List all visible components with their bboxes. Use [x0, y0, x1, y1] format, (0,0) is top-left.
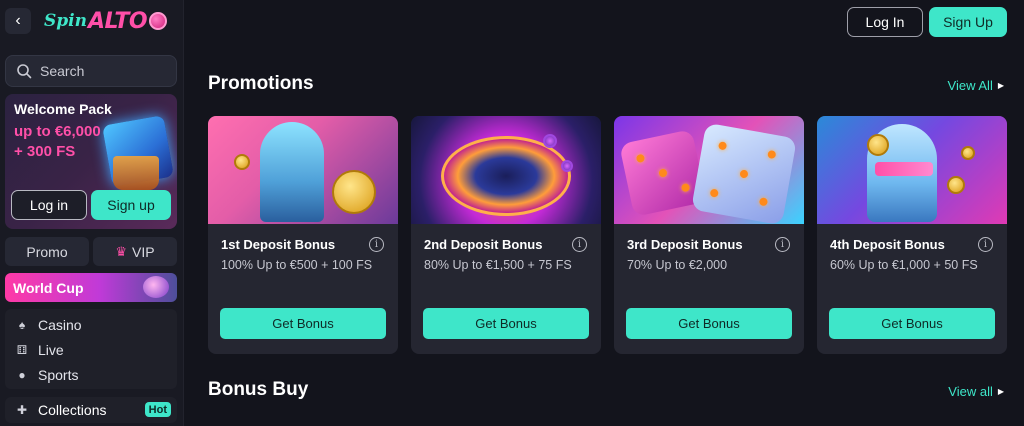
promo-card-desc: 60% Up to €1,000 + 50 FS	[830, 258, 978, 272]
dice-image	[614, 116, 804, 224]
promo-card-name: 4th Deposit Bonus	[830, 237, 945, 252]
promo-card[interactable]: 3rd Deposit Bonus i 70% Up to €2,000 Get…	[614, 116, 804, 354]
welcome-signup-button[interactable]: Sign up	[91, 190, 171, 220]
info-icon[interactable]: i	[978, 237, 993, 252]
sidebar-item-sports[interactable]: ● Sports	[5, 362, 177, 387]
caret-right-icon: ▶	[997, 81, 1004, 90]
die-shape	[691, 122, 797, 224]
header-login-button[interactable]: Log In	[847, 7, 923, 37]
welcome-amount: up to €6,000 + 300 FS	[14, 122, 114, 162]
logo-spin-text: Spin	[44, 11, 87, 31]
search-icon	[17, 64, 32, 79]
caret-right-icon: ▶	[997, 387, 1004, 396]
bonus-buy-title: Bonus Buy	[208, 379, 309, 400]
promotions-cards: 1st Deposit Bonus i 100% Up to €500 + 10…	[208, 116, 1008, 354]
roulette-image	[411, 116, 601, 224]
sports-nav-group: ♠ Casino ⚅ Live ● Sports	[5, 309, 177, 389]
logo[interactable]: Spin ALTO	[44, 6, 168, 36]
coin-shape	[961, 146, 975, 160]
search-input[interactable]: Search	[5, 55, 177, 87]
promo-card-desc: 70% Up to €2,000	[627, 258, 728, 272]
get-bonus-button[interactable]: Get Bonus	[829, 308, 995, 339]
roulette-wheel-shape	[441, 136, 571, 216]
welcome-amount-line2: + 300 FS	[14, 143, 76, 160]
promo-button[interactable]: Promo	[5, 237, 89, 266]
view-all-label: View All	[947, 78, 993, 93]
welcome-pack-banner[interactable]: Welcome Pack up to €6,000 + 300 FS Log i…	[5, 94, 177, 229]
promo-card[interactable]: 2nd Deposit Bonus i 80% Up to €1,500 + 7…	[411, 116, 601, 354]
welcome-amount-line1: up to €6,000	[14, 123, 101, 140]
collapse-sidebar-button[interactable]: ‹	[5, 8, 31, 34]
statue-visor-image	[817, 116, 1007, 224]
world-cup-banner[interactable]: World Cup	[5, 273, 177, 302]
promo-vip-row: Promo ♛ VIP	[5, 237, 177, 266]
vip-label: VIP	[132, 243, 155, 260]
promo-card-name: 3rd Deposit Bonus	[627, 237, 743, 252]
sidebar-item-label: Sports	[38, 366, 79, 383]
promo-card[interactable]: 4th Deposit Bonus i 60% Up to €1,000 + 5…	[817, 116, 1007, 354]
view-all-label: View all	[948, 384, 993, 399]
chevron-left-icon: ‹	[15, 12, 21, 29]
crown-icon: ♛	[115, 243, 128, 259]
promo-card-name: 2nd Deposit Bonus	[424, 237, 543, 252]
coin-shape	[867, 134, 889, 156]
sidebar: ‹ Spin ALTO Search Welcome Pack up to €6…	[0, 0, 184, 426]
info-icon[interactable]: i	[369, 237, 384, 252]
promotions-view-all-link[interactable]: View All ▶	[948, 78, 1004, 93]
bonus-buy-view-all-link[interactable]: View all ▶	[948, 384, 1004, 399]
promo-card-desc: 100% Up to €500 + 100 FS	[221, 258, 373, 272]
statue-shape	[260, 122, 324, 222]
search-placeholder: Search	[40, 63, 85, 79]
promo-card-desc: 80% Up to €1,500 + 75 FS	[424, 258, 572, 272]
promotions-title: Promotions	[208, 73, 314, 94]
chip-shape	[561, 160, 573, 172]
goddess-image	[208, 116, 398, 224]
header-signup-button[interactable]: Sign Up	[929, 7, 1007, 37]
promo-label: Promo	[26, 243, 68, 260]
chip-shape	[543, 134, 557, 148]
hot-badge: Hot	[144, 402, 171, 417]
welcome-login-button[interactable]: Log in	[11, 190, 87, 220]
ball-icon	[149, 12, 168, 30]
info-icon[interactable]: i	[572, 237, 587, 252]
coin-shape	[332, 170, 376, 214]
sidebar-item-label: Casino	[38, 316, 82, 333]
coin-shape	[947, 176, 965, 194]
get-bonus-button[interactable]: Get Bonus	[626, 308, 792, 339]
info-icon[interactable]: i	[775, 237, 790, 252]
puzzle-icon: ✚	[16, 403, 28, 417]
drink-glass-image	[113, 156, 159, 190]
welcome-title: Welcome Pack	[14, 101, 112, 117]
promo-card[interactable]: 1st Deposit Bonus i 100% Up to €500 + 10…	[208, 116, 398, 354]
sidebar-item-live[interactable]: ⚅ Live	[5, 337, 177, 362]
balls-icon	[143, 276, 169, 298]
vip-button[interactable]: ♛ VIP	[93, 237, 177, 266]
spade-icon: ♠	[18, 317, 26, 332]
world-cup-label: World Cup	[13, 279, 84, 296]
get-bonus-button[interactable]: Get Bonus	[423, 308, 589, 339]
visor-shape	[875, 162, 933, 176]
coin-shape	[234, 154, 250, 170]
dice-icon: ⚅	[16, 342, 28, 357]
promo-card-name: 1st Deposit Bonus	[221, 237, 336, 252]
sidebar-item-label: Live	[38, 341, 64, 358]
get-bonus-button[interactable]: Get Bonus	[220, 308, 386, 339]
sidebar-item-label: Collections	[38, 402, 107, 418]
logo-alto-text: ALTO	[87, 8, 148, 34]
ball-icon: ●	[18, 367, 26, 382]
sidebar-item-collections[interactable]: ✚ Collections Hot	[5, 397, 177, 423]
sidebar-item-casino[interactable]: ♠ Casino	[5, 312, 177, 337]
